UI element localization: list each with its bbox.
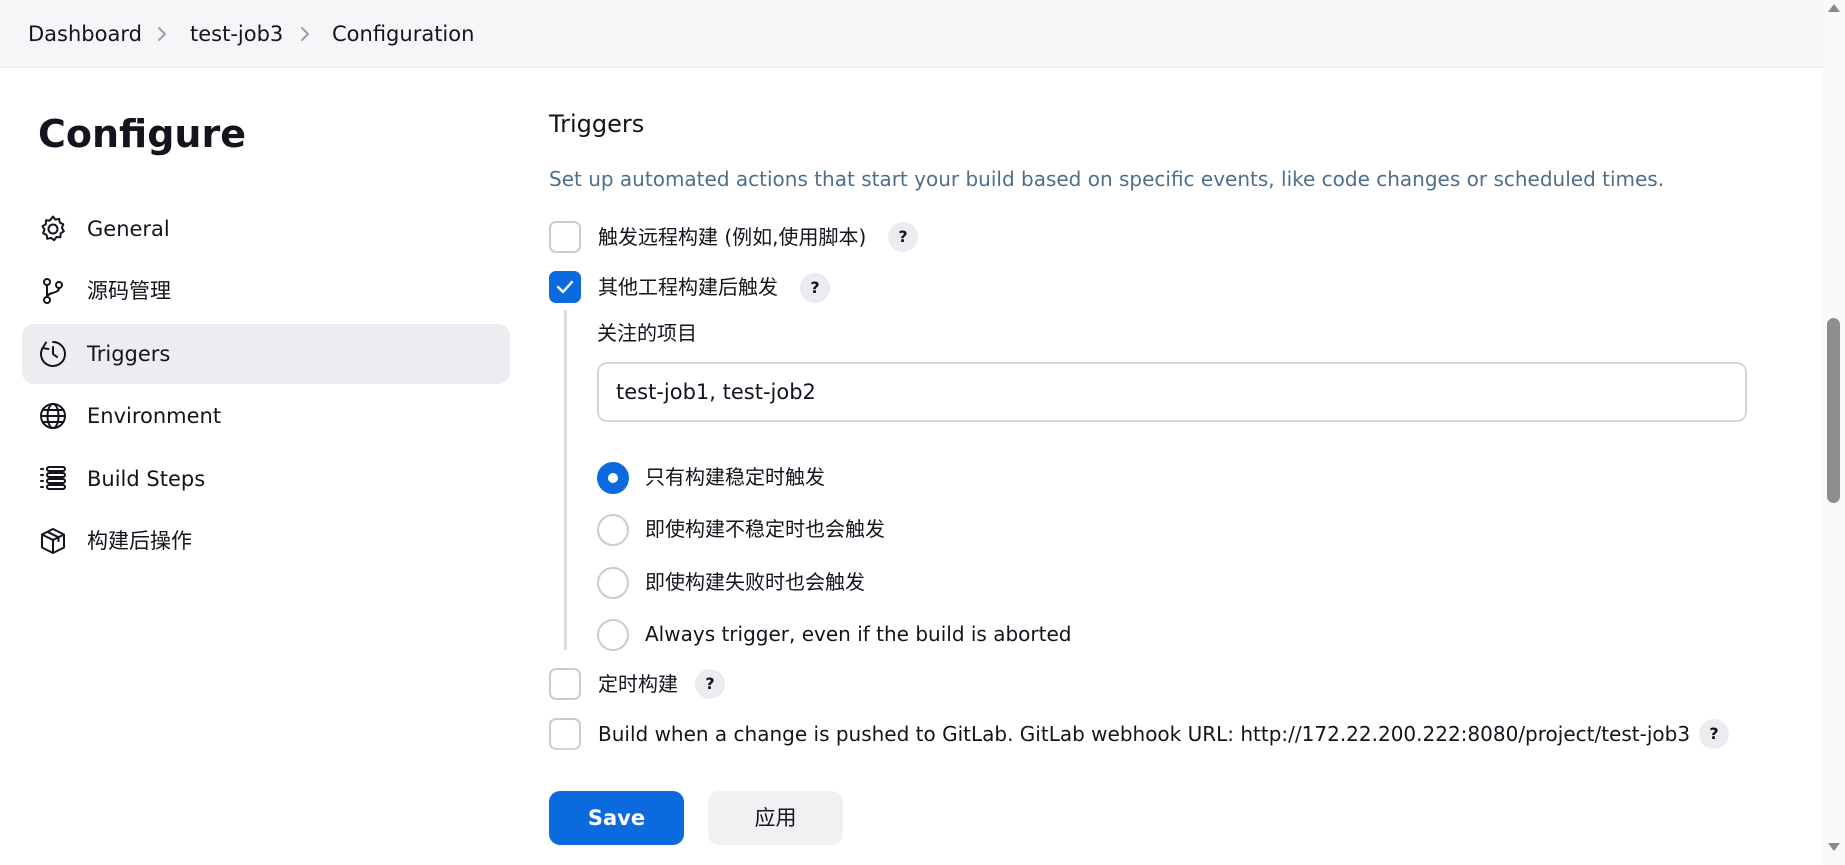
help-icon[interactable]: ? [695, 669, 725, 699]
chevron-right-icon [153, 22, 171, 46]
help-icon[interactable]: ? [800, 273, 830, 303]
radio-always[interactable] [597, 619, 629, 651]
trigger-after-other-projects-checkbox[interactable] [549, 271, 581, 303]
radio-even-failed-label: 即使构建失败时也会触发 [645, 570, 865, 594]
save-button[interactable]: Save [549, 791, 684, 845]
sidebar-item-build-steps[interactable]: Build Steps [22, 449, 510, 509]
radio-even-unstable-label: 即使构建不稳定时也会触发 [645, 517, 885, 541]
radio-always-label: Always trigger, even if the build is abo… [645, 622, 1072, 646]
package-icon [38, 526, 68, 556]
apply-button[interactable]: 应用 [708, 791, 843, 845]
content-fade [512, 745, 1792, 770]
section-description: Set up automated actions that start your… [549, 167, 1665, 191]
check-icon [556, 280, 574, 294]
sidebar-item-general[interactable]: General [22, 199, 510, 259]
nested-divider [564, 310, 567, 650]
scroll-down-arrow-icon[interactable] [1828, 843, 1840, 851]
scroll-up-arrow-icon[interactable] [1828, 4, 1840, 12]
breadcrumb-job[interactable]: test-job3 [190, 20, 283, 48]
branch-icon [38, 276, 68, 306]
breadcrumb-dashboard[interactable]: Dashboard [28, 20, 142, 48]
trigger-after-other-projects-label: 其他工程构建后触发 [598, 275, 778, 299]
trigger-remote-build-checkbox[interactable] [549, 221, 581, 253]
sidebar-item-label: 源码管理 [87, 279, 171, 303]
radio-even-failed[interactable] [597, 567, 629, 599]
trigger-periodic-build-checkbox[interactable] [549, 668, 581, 700]
trigger-remote-build-label: 触发远程构建 (例如,使用脚本) [598, 225, 867, 249]
page-title: Configure [38, 112, 246, 156]
radio-stable-only[interactable] [597, 462, 629, 494]
sidebar-item-triggers[interactable]: Triggers [22, 324, 510, 384]
sidebar-item-post-build[interactable]: 构建后操作 [22, 511, 510, 571]
sidebar-item-environment[interactable]: Environment [22, 386, 510, 446]
sidebar-item-label: General [87, 217, 170, 241]
radio-even-unstable[interactable] [597, 514, 629, 546]
breadcrumb: Dashboard test-job3 Configuration [0, 0, 1823, 68]
gear-icon [38, 214, 68, 244]
breadcrumb-configuration[interactable]: Configuration [332, 20, 474, 48]
sidebar-item-label: Triggers [87, 342, 171, 366]
section-title: Triggers [549, 110, 645, 138]
sidebar-item-source-control[interactable]: 源码管理 [22, 261, 510, 321]
trigger-periodic-build-label: 定时构建 [598, 672, 678, 696]
sidebar-item-label: Environment [87, 404, 222, 428]
globe-icon [38, 401, 68, 431]
scrollbar-thumb[interactable] [1827, 318, 1840, 503]
clock-icon [38, 339, 68, 369]
list-icon [38, 464, 68, 494]
watched-projects-input[interactable]: test-job1, test-job2 [597, 362, 1747, 422]
radio-stable-only-label: 只有构建稳定时触发 [645, 465, 825, 489]
chevron-right-icon [296, 22, 314, 46]
sidebar-item-label: Build Steps [87, 467, 206, 491]
help-icon[interactable]: ? [888, 222, 918, 252]
watched-projects-label: 关注的项目 [597, 321, 697, 345]
sidebar-item-label: 构建后操作 [87, 529, 192, 553]
